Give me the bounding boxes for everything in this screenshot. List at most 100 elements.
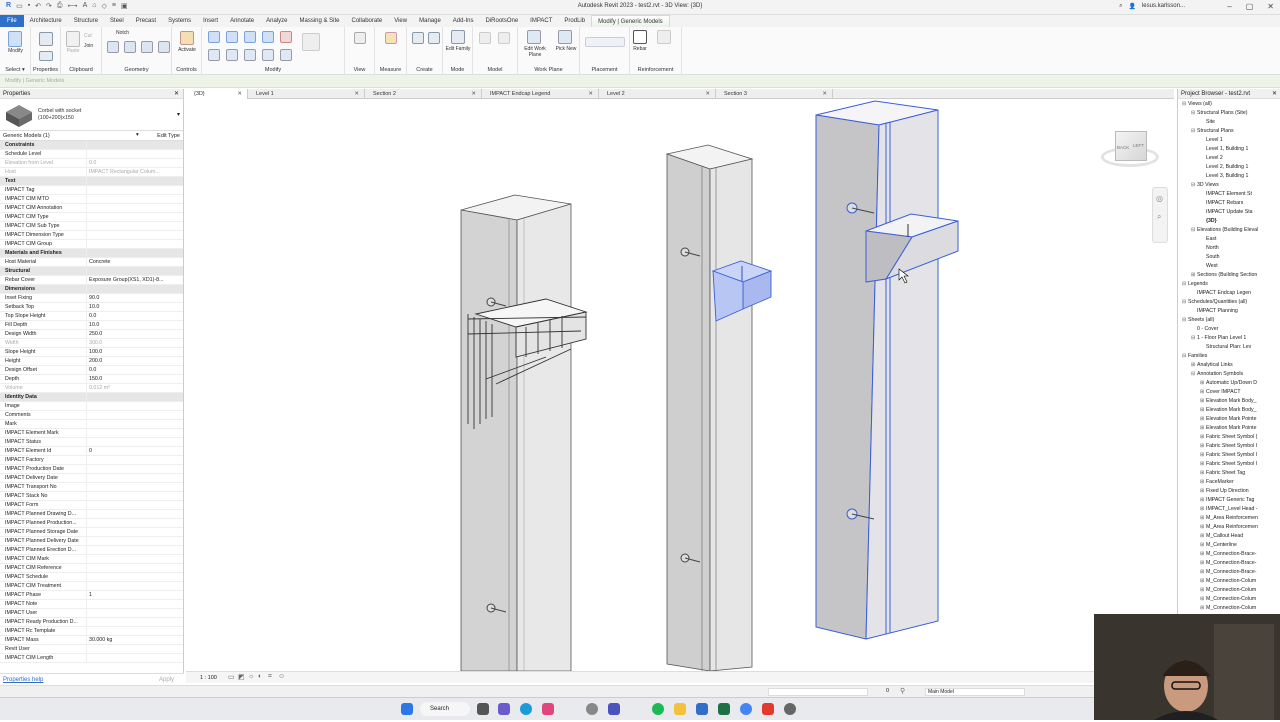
edge-icon[interactable] [520,703,532,715]
property-value[interactable] [86,519,183,527]
property-value[interactable]: 0 [86,447,183,455]
paste-icon[interactable] [66,31,80,47]
property-row[interactable]: IMPACT CIM Annotation [0,204,183,213]
detail-level-icon[interactable]: ▭ [228,673,235,681]
property-row[interactable]: Elevation from Level 0.0 [0,159,183,168]
property-category[interactable]: Identity Data [0,393,183,402]
property-category[interactable]: Text [0,177,183,186]
zoom-icon[interactable]: ⌕ [1157,212,1161,222]
property-value[interactable] [86,609,183,617]
excel-icon[interactable] [718,703,730,715]
cut-label[interactable]: Cut [84,33,92,39]
view-tab[interactable]: Level 2 ✕ [599,89,716,99]
view-scale[interactable]: 1 : 100 [200,675,217,681]
property-row[interactable]: IMPACT Delivery Date [0,474,183,483]
ribbon-tab[interactable]: Analyze [260,15,293,27]
property-value[interactable] [86,501,183,509]
property-row[interactable]: Volume 0.012 m³ [0,384,183,393]
property-value[interactable] [86,186,183,194]
property-row[interactable]: IMPACT CIM Type [0,213,183,222]
type-properties-icon[interactable] [39,51,53,61]
ribbon-tab[interactable]: Collaborate [346,15,389,27]
active-model-dropdown[interactable]: Main Model [925,688,1025,696]
browser-item[interactable]: ⊟ Structural Plans [1178,127,1280,136]
browser-item[interactable]: ⊟ Families [1178,352,1280,361]
browser-item[interactable]: ⊞ Fabric Sheet Symbol I [1178,451,1280,460]
view-tab[interactable]: Level 1 ✕ [248,89,365,99]
property-row[interactable]: IMPACT Planned Production... [0,519,183,528]
property-row[interactable]: Design Offset 0.0 [0,366,183,375]
edit-family-label[interactable]: Edit Family [443,46,473,52]
property-value[interactable] [86,645,183,653]
sun-path-icon[interactable]: ☼ [248,673,254,680]
edit-work-plane-icon[interactable] [527,30,541,44]
account-icon[interactable]: 👤 [1128,3,1135,10]
property-value[interactable] [86,411,183,419]
property-row[interactable]: Depth 150.0 [0,375,183,384]
property-value[interactable] [86,150,183,158]
search-icon[interactable]: ⌕ [1119,3,1122,10]
property-value[interactable] [86,429,183,437]
browser-item[interactable]: ⊞ Analytical Links [1178,361,1280,370]
property-value[interactable] [86,456,183,464]
user-name[interactable]: lesus.karlsson... [1142,3,1185,10]
task-view-icon[interactable] [477,703,489,715]
property-row[interactable]: Width 300.0 [0,339,183,348]
property-row[interactable]: IMPACT CIM Sub Type [0,222,183,231]
property-value[interactable] [86,528,183,536]
property-category[interactable]: Structural [0,267,183,276]
hide-isolate-icon[interactable]: ☺ [278,673,285,680]
property-value[interactable] [86,465,183,473]
property-row[interactable]: IMPACT Planned Delivery Date [0,537,183,546]
instance-selector[interactable]: Generic Models (1) [3,133,50,139]
property-value[interactable] [86,573,183,581]
view-tab[interactable]: IMPACT Endcap Legend ✕ [482,89,599,99]
property-row[interactable]: Design Width 250.0 [0,330,183,339]
property-value[interactable]: 0.0 [86,312,183,320]
browser-item[interactable]: Level 1, Building 1 [1178,145,1280,154]
property-value[interactable]: 300.0 [86,339,183,347]
property-row[interactable]: IMPACT Planned Storage Date [0,528,183,537]
property-value[interactable] [86,654,183,662]
browser-item[interactable]: ⊞ Fabric Sheet Tag [1178,469,1280,478]
property-value[interactable] [86,231,183,239]
edit-type-button[interactable]: Edit Type [157,133,180,139]
browser-item[interactable]: West [1178,262,1280,271]
property-value[interactable]: 0.0 [86,366,183,374]
property-value[interactable]: 100.0 [86,348,183,356]
chat-icon[interactable] [498,703,510,715]
maximize-button[interactable]: ▢ [1246,2,1254,11]
property-row[interactable]: IMPACT CIM Mark [0,555,183,564]
browser-item[interactable]: ⊟ Legends [1178,280,1280,289]
property-row[interactable]: IMPACT Production Date [0,465,183,474]
property-row[interactable]: IMPACT User [0,609,183,618]
properties-icon[interactable] [39,32,53,46]
revit-taskbar-icon[interactable] [696,703,708,715]
ribbon-tab[interactable]: Precast [130,15,162,27]
browser-item[interactable]: 0 - Cover [1178,325,1280,334]
property-category[interactable]: Dimensions [0,285,183,294]
property-row[interactable]: Slope Height 100.0 [0,348,183,357]
pick-new-icon[interactable] [558,30,572,44]
close-tab-icon[interactable]: ✕ [822,89,827,99]
browser-item[interactable]: ⊟ Sheets (all) [1178,316,1280,325]
close-tab-icon[interactable]: ✕ [705,89,710,99]
close-tab-icon[interactable]: ✕ [588,89,593,99]
ribbon-tab[interactable]: ProdLib [558,15,591,27]
property-value[interactable]: 30.000 kg [86,636,183,644]
app-icon[interactable] [784,703,796,715]
browser-item[interactable]: IMPACT Update Sta [1178,208,1280,217]
activate-icon[interactable] [180,31,194,45]
scale-icon[interactable] [280,49,292,61]
file-explorer-icon[interactable] [674,703,686,715]
browser-item[interactable]: ⊞ M_Connection-Brace- [1178,550,1280,559]
model-3d-view[interactable] [186,99,1174,672]
property-row[interactable]: IMPACT Form [0,501,183,510]
property-row[interactable]: Image [0,402,183,411]
precast-column-left[interactable] [460,194,572,672]
ribbon-tab[interactable]: IMPACT [524,15,558,27]
view-cube-face-back[interactable]: BACK [1117,145,1129,150]
trim-icon[interactable] [244,49,256,61]
browser-item[interactable]: ⊞ Elevation Mark Body_ [1178,406,1280,415]
browser-item[interactable]: IMPACT Planning [1178,307,1280,316]
